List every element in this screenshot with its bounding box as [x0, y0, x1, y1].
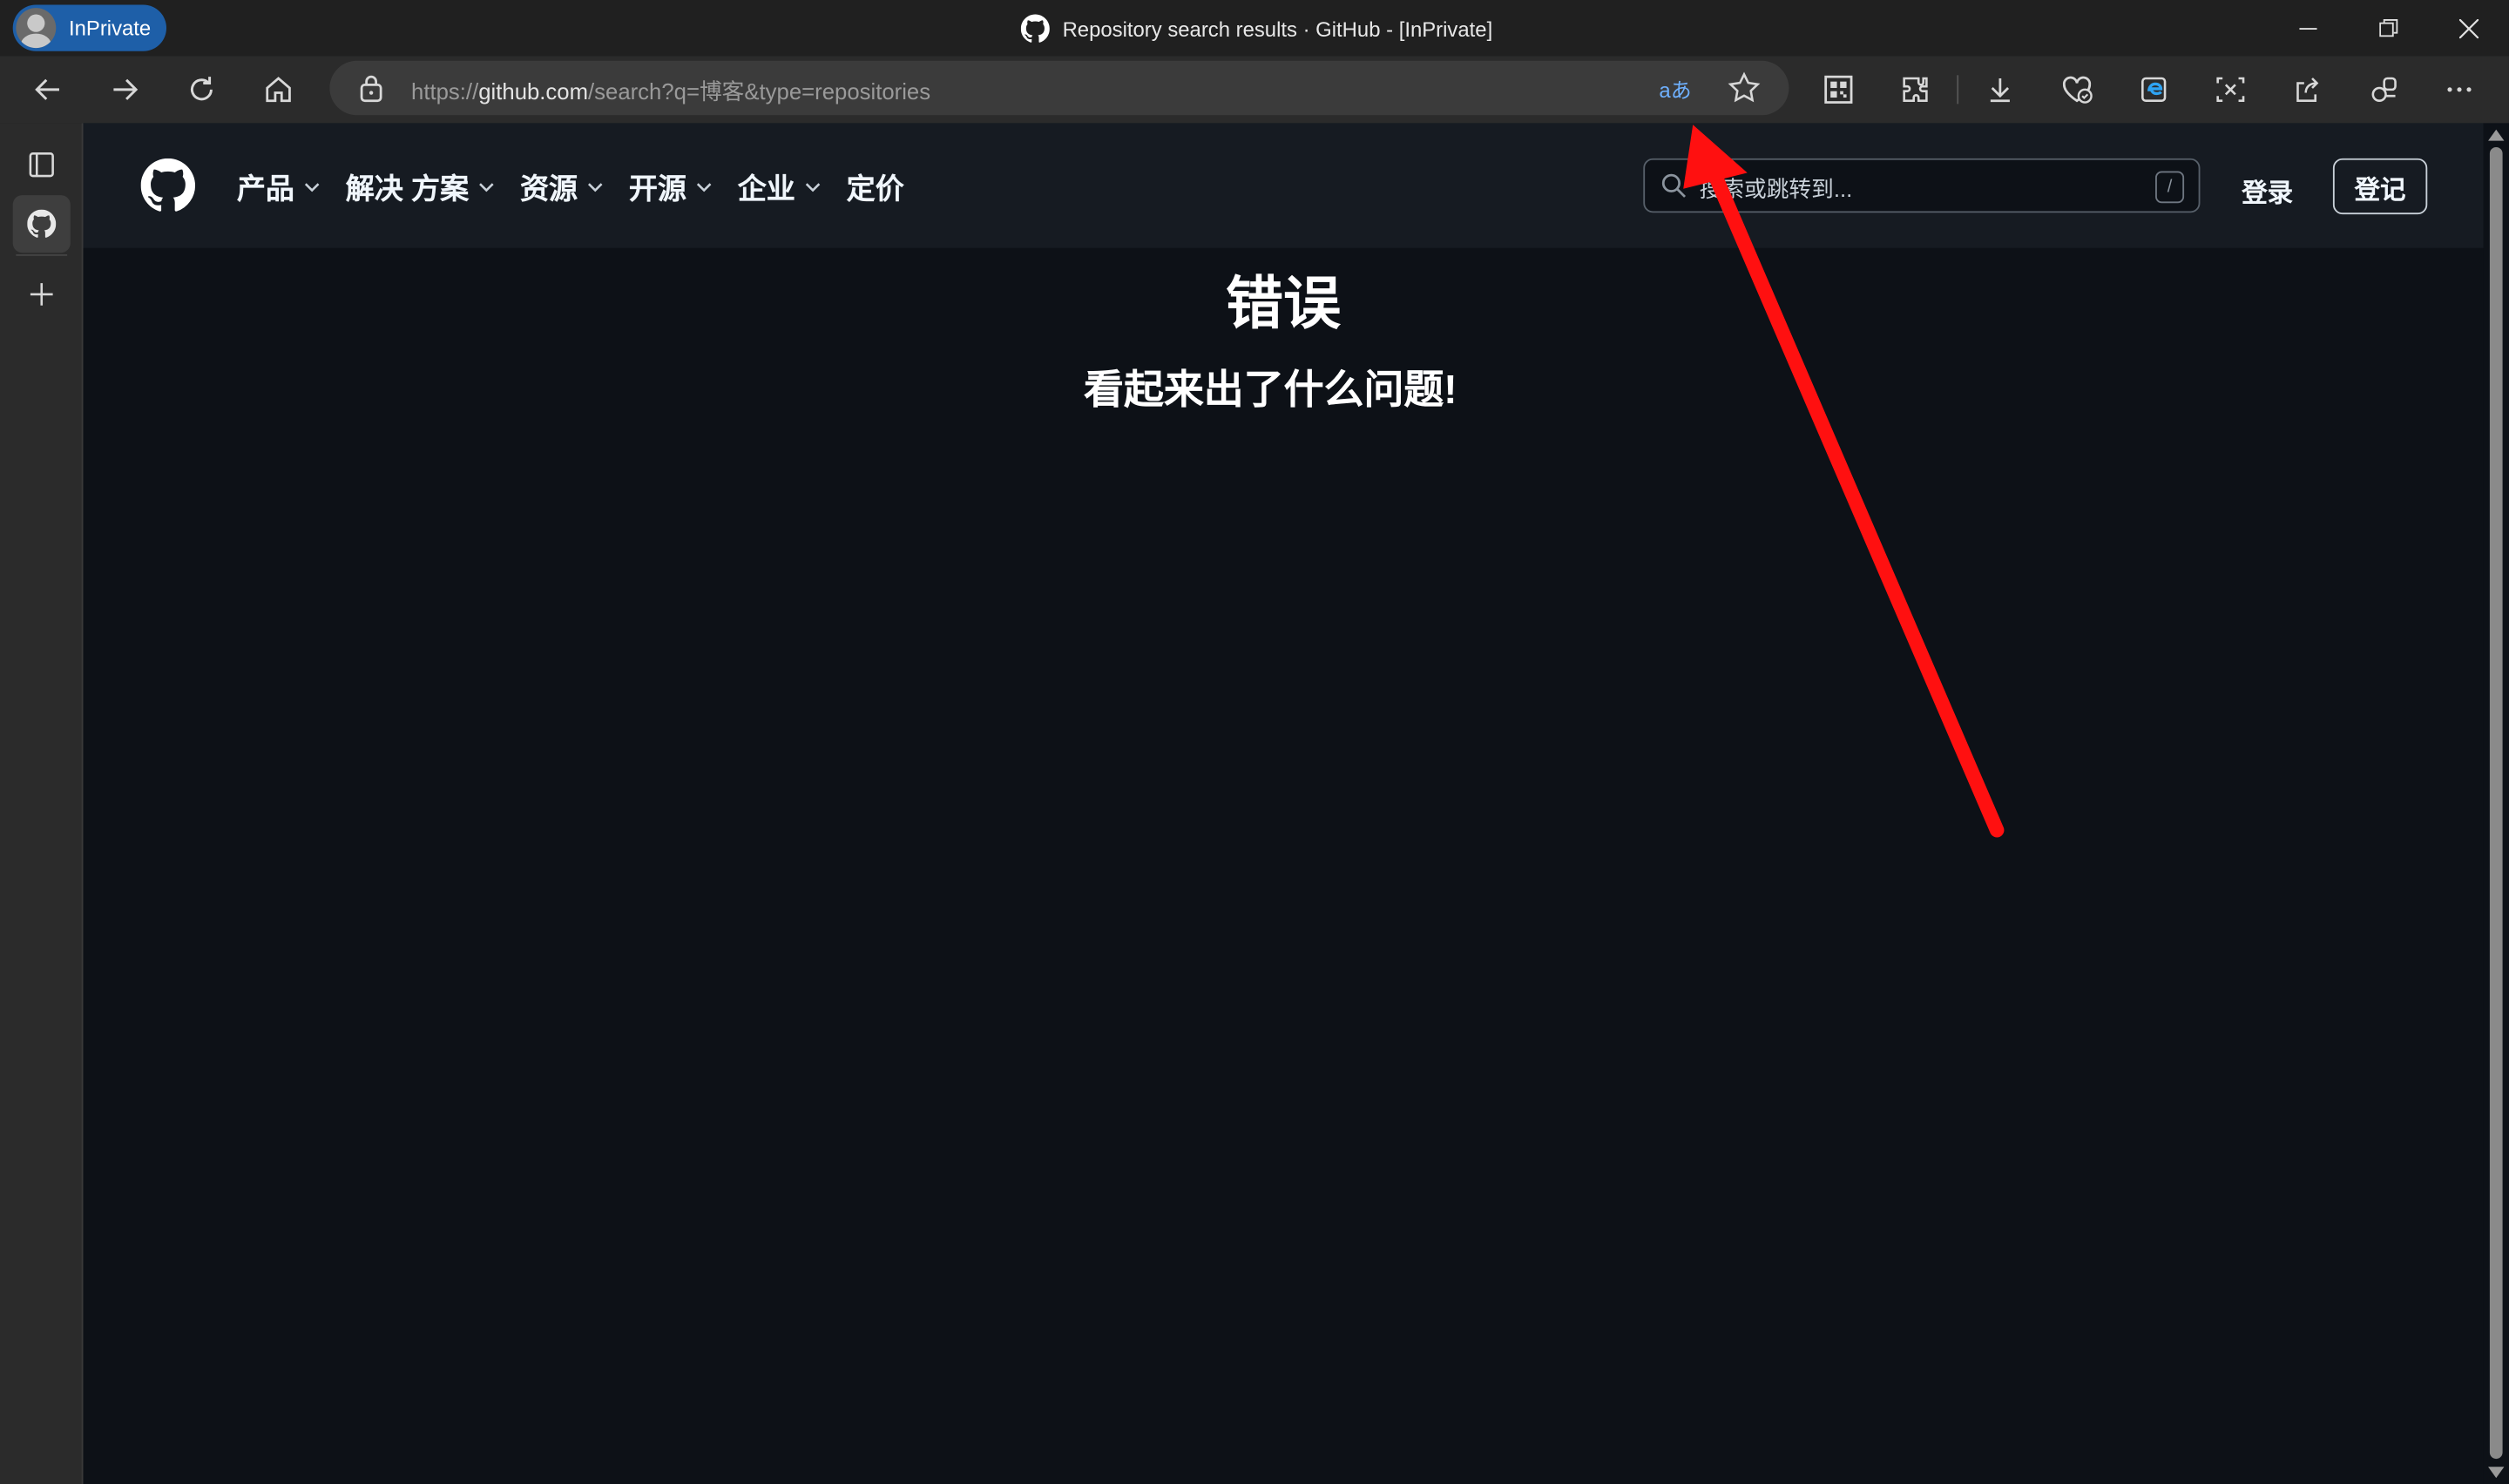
url-text[interactable]: https://github.com/search?q=博客&type=repo… — [411, 75, 930, 107]
browser-window: InPrivate Repository search results · Gi… — [0, 0, 2509, 1484]
restore-icon — [2379, 18, 2398, 37]
minimize-button[interactable] — [2269, 0, 2349, 56]
back-icon — [35, 78, 59, 100]
nav-item-enterprise[interactable]: 企业 — [738, 166, 822, 208]
nav-item-label: 开源 — [628, 172, 686, 206]
copilot-icon — [2371, 77, 2397, 102]
home-icon — [266, 77, 291, 103]
chevron-down-icon — [479, 183, 494, 192]
github-favicon-icon — [1020, 14, 1050, 43]
scrollbar-thumb[interactable] — [2489, 146, 2503, 1460]
avatar — [16, 8, 57, 49]
title-bar: InPrivate Repository search results · Gi… — [0, 0, 2509, 57]
scroll-up-arrow-icon[interactable] — [2488, 129, 2505, 141]
window-title: Repository search results · GitHub - [In… — [1020, 14, 1493, 44]
more-icon — [2447, 87, 2472, 92]
vertical-tabs-sidebar — [0, 123, 84, 1484]
forward-icon — [113, 78, 139, 100]
qr-code-icon — [1824, 75, 1853, 104]
tab-actions-icon — [29, 152, 54, 178]
chevron-down-icon — [304, 183, 320, 192]
extensions-button[interactable] — [1890, 64, 1941, 115]
nav-item-products[interactable]: 产品 — [237, 166, 321, 208]
nav-item-label: 企业 — [737, 172, 795, 206]
github-main-nav: 产品 解决 方案 资源 开源 企业 定价 — [237, 166, 930, 208]
copilot-button[interactable] — [2358, 64, 2410, 115]
refresh-button[interactable] — [176, 64, 227, 115]
error-subtitle: 看起来出了什么问题! — [1084, 368, 1457, 413]
edge-collections-button[interactable] — [2128, 64, 2180, 115]
close-icon — [2459, 18, 2479, 38]
nav-item-label: 产品 — [236, 172, 294, 206]
minimize-icon — [2299, 27, 2317, 30]
forward-button[interactable] — [99, 64, 151, 115]
edge-collections-icon — [2141, 77, 2167, 102]
refresh-icon — [190, 77, 213, 101]
error-title: 错误 — [1225, 270, 1342, 336]
downloads-button[interactable] — [1974, 64, 2025, 115]
toolbar-separator — [1957, 75, 1959, 105]
extensions-icon — [1903, 77, 1928, 102]
qr-code-button[interactable] — [1813, 64, 1864, 115]
favorite-star-icon[interactable] — [1727, 71, 1762, 105]
chevron-down-icon — [588, 183, 603, 192]
browser-essentials-icon — [2062, 76, 2093, 104]
nav-item-open-source[interactable]: 开源 — [629, 166, 713, 208]
github-header: 产品 解决 方案 资源 开源 企业 定价 搜索或跳转到... / 登录 登记 — [83, 123, 2484, 248]
close-button[interactable] — [2429, 0, 2509, 56]
search-icon — [1661, 173, 1687, 198]
window-title-text: Repository search results · GitHub - [In… — [1062, 17, 1493, 41]
chevron-down-icon — [805, 183, 821, 192]
new-tab-button[interactable] — [13, 266, 71, 323]
address-bar[interactable]: https://github.com/search?q=博客&type=repo… — [329, 60, 1789, 116]
more-button[interactable] — [2434, 64, 2485, 115]
tab-actions-button[interactable] — [13, 136, 71, 193]
sign-up-button[interactable]: 登记 — [2332, 158, 2428, 215]
sign-in-link[interactable]: 登录 — [2242, 172, 2293, 210]
github-logo-icon[interactable] — [140, 158, 196, 212]
downloads-icon — [1990, 78, 2010, 103]
search-shortcut-key: / — [2155, 171, 2185, 204]
page-scrollbar[interactable] — [2483, 123, 2509, 1484]
search-placeholder: 搜索或跳转到... — [1699, 176, 1853, 202]
browser-toolbar: https://github.com/search?q=博客&type=repo… — [0, 56, 2509, 124]
inprivate-profile-button[interactable]: InPrivate — [12, 4, 167, 51]
share-button[interactable] — [2282, 64, 2333, 115]
github-tab-icon — [27, 209, 57, 238]
chevron-down-icon — [696, 183, 712, 192]
nav-item-label: 定价 — [846, 172, 904, 206]
browser-essentials-button[interactable] — [2052, 64, 2103, 115]
share-icon — [2296, 78, 2319, 102]
nav-item-solutions[interactable]: 解决 方案 — [346, 166, 495, 208]
nav-item-label: 资源 — [519, 172, 578, 206]
nav-item-pricing[interactable]: 定价 — [847, 166, 904, 208]
lock-icon[interactable] — [358, 73, 383, 103]
nav-item-label: 解决 方案 — [345, 172, 470, 206]
scroll-down-arrow-icon[interactable] — [2488, 1467, 2505, 1479]
translate-icon[interactable]: aあ — [1654, 71, 1696, 105]
home-button[interactable] — [253, 64, 304, 115]
tab-github[interactable] — [12, 195, 71, 253]
inprivate-label: InPrivate — [68, 16, 152, 40]
github-search-input[interactable]: 搜索或跳转到... / — [1643, 158, 2201, 213]
nav-item-resources[interactable]: 资源 — [520, 166, 604, 208]
screenshot-button[interactable] — [2205, 64, 2256, 115]
restore-button[interactable] — [2349, 0, 2429, 56]
sidebar-divider — [16, 254, 68, 256]
back-button[interactable] — [23, 64, 74, 115]
new-tab-icon — [30, 283, 53, 306]
screenshot-icon — [2216, 77, 2245, 102]
